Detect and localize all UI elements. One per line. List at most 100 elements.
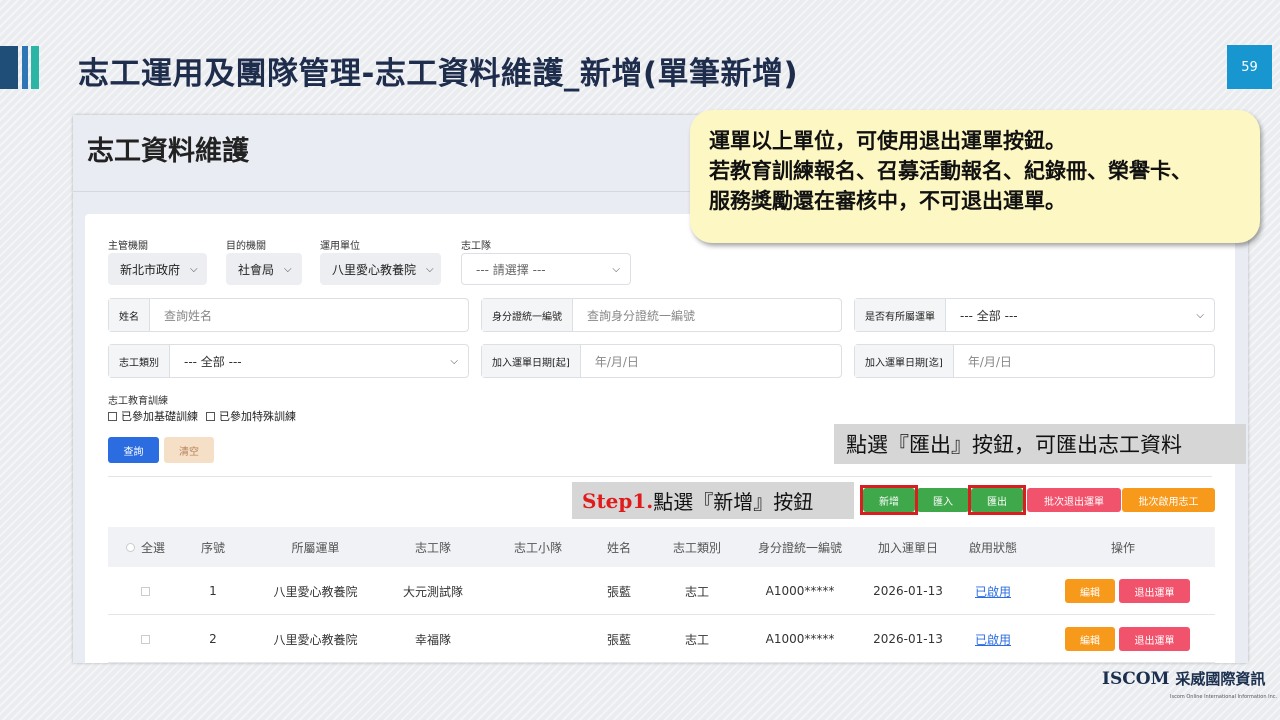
training-label: 志工教育訓練	[108, 396, 168, 407]
dept-label: 目的機關	[226, 241, 266, 252]
query-button[interactable]: 查詢	[108, 437, 159, 463]
header-cell: 志工隊	[414, 540, 451, 555]
row-status-cell: 已啟用	[953, 615, 1033, 663]
chevron-down-icon: ⌵	[1196, 309, 1204, 321]
agency-label: 主管機關	[108, 241, 148, 252]
slide-title: 志工運用及團隊管理-志工資料維護_新增(單筆新增)	[78, 56, 799, 92]
clear-button[interactable]: 清空	[164, 437, 214, 463]
page-title: 志工資料維護	[87, 136, 249, 167]
header-cell: 啟用狀態	[968, 540, 1017, 555]
callout-line: 若教育訓練報名、召募活動報名、紀錄冊、榮譽卡、	[709, 159, 1192, 183]
has-unit-label: 是否有所屬運單	[855, 299, 946, 331]
join-end-input[interactable]: 年/月/日	[954, 345, 1214, 377]
edit-button[interactable]: 編輯	[1065, 627, 1115, 651]
chevron-down-icon: ⌵	[284, 263, 292, 275]
join-end-field[interactable]: 加入運單日期[迄] 年/月/日	[854, 344, 1215, 378]
team-select[interactable]: --- 請選擇 --- ⌵	[461, 253, 631, 285]
name-field-label: 姓名	[109, 299, 150, 331]
header-cell: 序號	[200, 540, 225, 555]
row-no: 2	[209, 632, 217, 646]
batch-exit-button[interactable]: 批次退出運單	[1027, 488, 1121, 512]
header-cell: 姓名	[606, 540, 631, 555]
table-header: 全選 序號 所屬運單 志工隊 志工小隊 姓名 志工類別 身分證統一編號 加入運單…	[108, 527, 1215, 567]
has-unit-select[interactable]: --- 全部 --- ⌵	[946, 299, 1214, 331]
callout-line: 運單以上單位，可使用退出運單按鈕。	[709, 129, 1066, 153]
join-start-label: 加入運單日期[起]	[482, 345, 581, 377]
table-row: 2 八里愛心教養院 幸福隊 張藍 志工 A1000***** 2026-01-1…	[108, 615, 1215, 663]
name-field[interactable]: 姓名 查詢姓名	[108, 298, 469, 332]
status-link[interactable]: 已啟用	[975, 583, 1011, 600]
row-join-date: 2026-01-13	[873, 584, 943, 598]
chevron-down-icon: ⌵	[612, 263, 620, 275]
basic-training-text: 已參加基礎訓練	[121, 410, 198, 423]
header-cell: 全選	[140, 540, 165, 555]
type-field[interactable]: 志工類別 --- 全部 --- ⌵	[108, 344, 469, 378]
team-label: 志工隊	[461, 241, 491, 252]
select-all-header[interactable]: 全選	[118, 527, 173, 567]
table-row: 1 八里愛心教養院 大元測試隊 張藍 志工 A1000***** 2026-01…	[108, 567, 1215, 615]
header-cell: 身分證統一編號	[757, 540, 842, 555]
row-squad	[483, 567, 593, 615]
row-unit: 八里愛心教養院	[273, 632, 358, 647]
row-join-date: 2026-01-13	[873, 632, 943, 646]
row-status-cell: 已啟用	[953, 567, 1033, 615]
exit-unit-button[interactable]: 退出運單	[1119, 579, 1190, 603]
divider	[108, 476, 1212, 477]
select-all-checkbox[interactable]	[125, 542, 135, 552]
header-cell: 操作	[1110, 540, 1135, 555]
company-logo: ISCOM 采威國際資訊	[1102, 668, 1265, 689]
status-link[interactable]: 已啟用	[975, 631, 1011, 648]
title-accent-bar	[0, 46, 18, 89]
unit-value: 八里愛心教養院	[332, 262, 417, 277]
row-checkbox[interactable]	[141, 586, 150, 596]
chevron-down-icon: ⌵	[426, 263, 434, 275]
type-value: --- 全部 ---	[184, 354, 242, 369]
row-select-cell	[118, 567, 173, 615]
training-checkboxes: 已參加基礎訓練 已參加特殊訓練	[108, 408, 296, 424]
special-training-checkbox[interactable]	[206, 411, 215, 421]
row-select-cell	[118, 615, 173, 663]
row-type: 志工	[684, 584, 709, 599]
step1-note: Step1. 點選『新增』按鈕	[572, 482, 854, 519]
row-type: 志工	[684, 632, 709, 647]
export-highlight-box	[968, 485, 1026, 515]
type-select[interactable]: --- 全部 --- ⌵	[170, 345, 468, 377]
row-checkbox[interactable]	[141, 634, 150, 644]
header-cell: 志工類別	[672, 540, 721, 555]
has-unit-field[interactable]: 是否有所屬運單 --- 全部 --- ⌵	[854, 298, 1215, 332]
logo-subtitle: Iscom Online International Information I…	[1170, 694, 1278, 700]
step-prefix: Step1.	[582, 488, 654, 513]
chevron-down-icon: ⌵	[450, 355, 458, 367]
join-start-input[interactable]: 年/月/日	[581, 345, 841, 377]
header-cell: 加入運單日	[877, 540, 938, 555]
header-cell: 所屬運單	[291, 540, 340, 555]
name-input[interactable]: 查詢姓名	[150, 299, 468, 331]
export-note: 點選『匯出』按鈕，可匯出志工資料	[834, 424, 1246, 464]
row-unit: 八里愛心教養院	[273, 584, 358, 599]
row-squad	[483, 615, 593, 663]
dept-value: 社會局	[238, 262, 275, 277]
batch-enable-button[interactable]: 批次啟用志工	[1122, 488, 1215, 512]
id-field-label: 身分證統一編號	[482, 299, 573, 331]
add-highlight-box	[860, 485, 918, 515]
agency-select[interactable]: 新北市政府 ⌵	[108, 253, 207, 285]
row-team: 幸福隊	[414, 632, 451, 647]
join-start-field[interactable]: 加入運單日期[起] 年/月/日	[481, 344, 842, 378]
id-field[interactable]: 身分證統一編號 查詢身分證統一編號	[481, 298, 842, 332]
basic-training-checkbox[interactable]	[108, 411, 117, 421]
callout-line: 服務獎勵還在審核中，不可退出運單。	[709, 189, 1066, 213]
type-field-label: 志工類別	[109, 345, 170, 377]
import-button[interactable]: 匯入	[917, 488, 969, 512]
id-input[interactable]: 查詢身分證統一編號	[573, 299, 841, 331]
logo-chinese: 采威國際資訊	[1175, 670, 1266, 688]
exit-unit-button[interactable]: 退出運單	[1119, 627, 1190, 651]
dept-select[interactable]: 社會局 ⌵	[226, 253, 302, 285]
chevron-down-icon: ⌵	[190, 263, 198, 275]
unit-select[interactable]: 八里愛心教養院 ⌵	[320, 253, 441, 285]
unit-label: 運用單位	[320, 241, 360, 252]
header-cell: 志工小隊	[513, 540, 562, 555]
has-unit-value: --- 全部 ---	[960, 308, 1018, 323]
edit-button[interactable]: 編輯	[1065, 579, 1115, 603]
row-team: 大元測試隊	[402, 584, 463, 599]
step-text: 點選『新增』按鈕	[653, 490, 814, 514]
